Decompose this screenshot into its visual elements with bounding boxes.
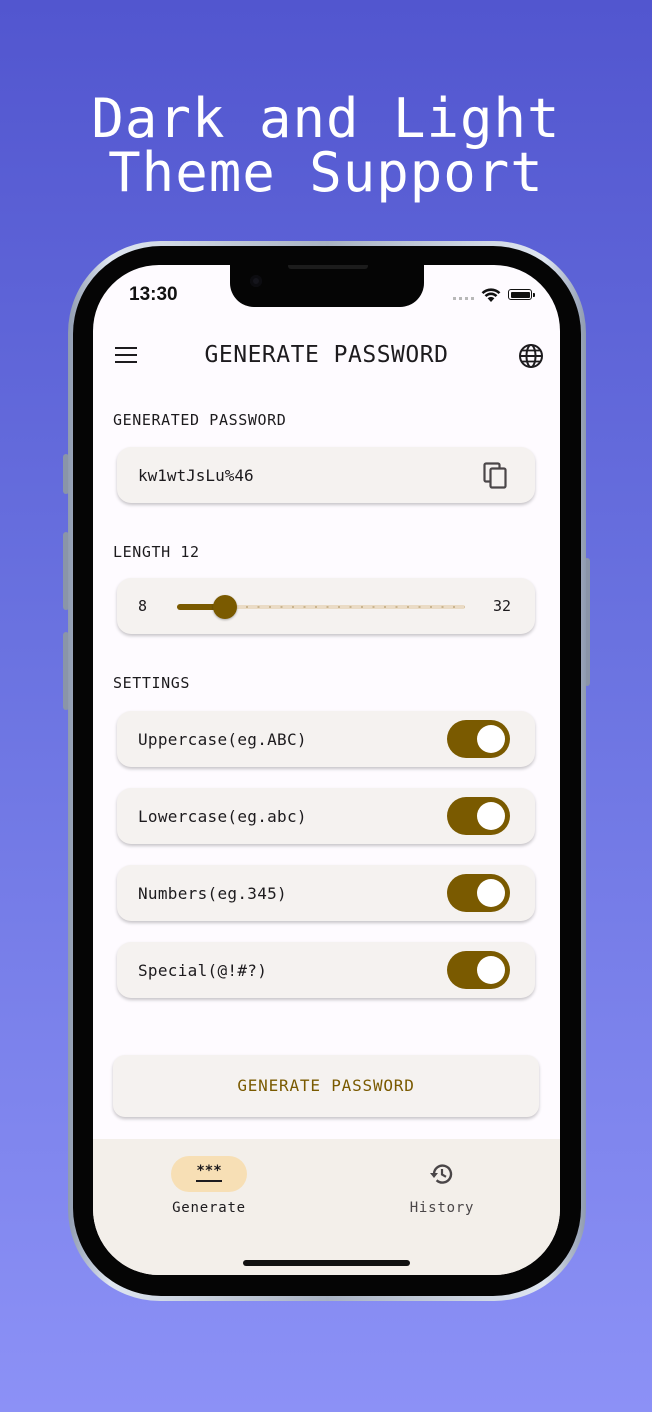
earpiece-speaker: [288, 265, 368, 269]
setting-label: Special(@!#?): [138, 961, 268, 980]
setting-row-numbers: Numbers(eg.345): [117, 865, 535, 921]
cellular-signal-icon: [453, 297, 477, 300]
length-card: 8 32: [117, 578, 535, 634]
promo-headline: Dark and Light Theme Support: [0, 92, 652, 200]
battery-icon: [508, 289, 535, 300]
password-card: kw1wtJsLu%46: [117, 447, 535, 503]
setting-label: Lowercase(eg.abc): [138, 807, 307, 826]
page-title: GENERATE PASSWORD: [204, 342, 449, 368]
home-indicator: [243, 1260, 410, 1266]
globe-icon[interactable]: [518, 343, 544, 369]
setting-label: Numbers(eg.345): [138, 884, 287, 903]
generated-password-value: kw1wtJsLu%46: [138, 466, 254, 485]
slider-min-label: 8: [138, 597, 148, 615]
wifi-icon: [481, 288, 501, 302]
nav-label-history: History: [409, 1200, 475, 1216]
phone-screen: 13:30 GENERATE PASSWORD GENERATED PASSWO…: [93, 265, 560, 1275]
history-icon: [430, 1164, 453, 1184]
notch: [230, 265, 424, 307]
nav-item-generate[interactable]: *** Generate: [149, 1156, 269, 1216]
generated-password-label: GENERATED PASSWORD: [113, 411, 287, 429]
nav-item-history[interactable]: History: [382, 1156, 502, 1216]
nav-label-generate: Generate: [172, 1200, 246, 1216]
status-time: 13:30: [129, 284, 178, 305]
slider-max-label: 32: [493, 597, 512, 615]
copy-icon[interactable]: [483, 462, 509, 490]
special-toggle[interactable]: [447, 951, 510, 989]
headline-line-1: Dark and Light: [91, 87, 561, 150]
headline-line-2: Theme Support: [108, 141, 544, 204]
length-label: LENGTH 12: [113, 543, 200, 561]
numbers-toggle[interactable]: [447, 874, 510, 912]
svg-text:***: ***: [196, 1164, 221, 1179]
length-slider-thumb[interactable]: [213, 595, 237, 619]
top-app-bar: GENERATE PASSWORD: [93, 333, 560, 379]
setting-label: Uppercase(eg.ABC): [138, 730, 307, 749]
setting-row-lowercase: Lowercase(eg.abc): [117, 788, 535, 844]
setting-row-special: Special(@!#?): [117, 942, 535, 998]
lowercase-toggle[interactable]: [447, 797, 510, 835]
password-icon: ***: [196, 1164, 222, 1182]
generate-password-button[interactable]: GENERATE PASSWORD: [113, 1055, 539, 1117]
settings-label: SETTINGS: [113, 674, 191, 692]
bottom-navigation: *** Generate History: [93, 1139, 560, 1275]
uppercase-toggle[interactable]: [447, 720, 510, 758]
nav-selected-indicator: ***: [171, 1156, 247, 1192]
front-camera: [250, 275, 262, 287]
setting-row-uppercase: Uppercase(eg.ABC): [117, 711, 535, 767]
